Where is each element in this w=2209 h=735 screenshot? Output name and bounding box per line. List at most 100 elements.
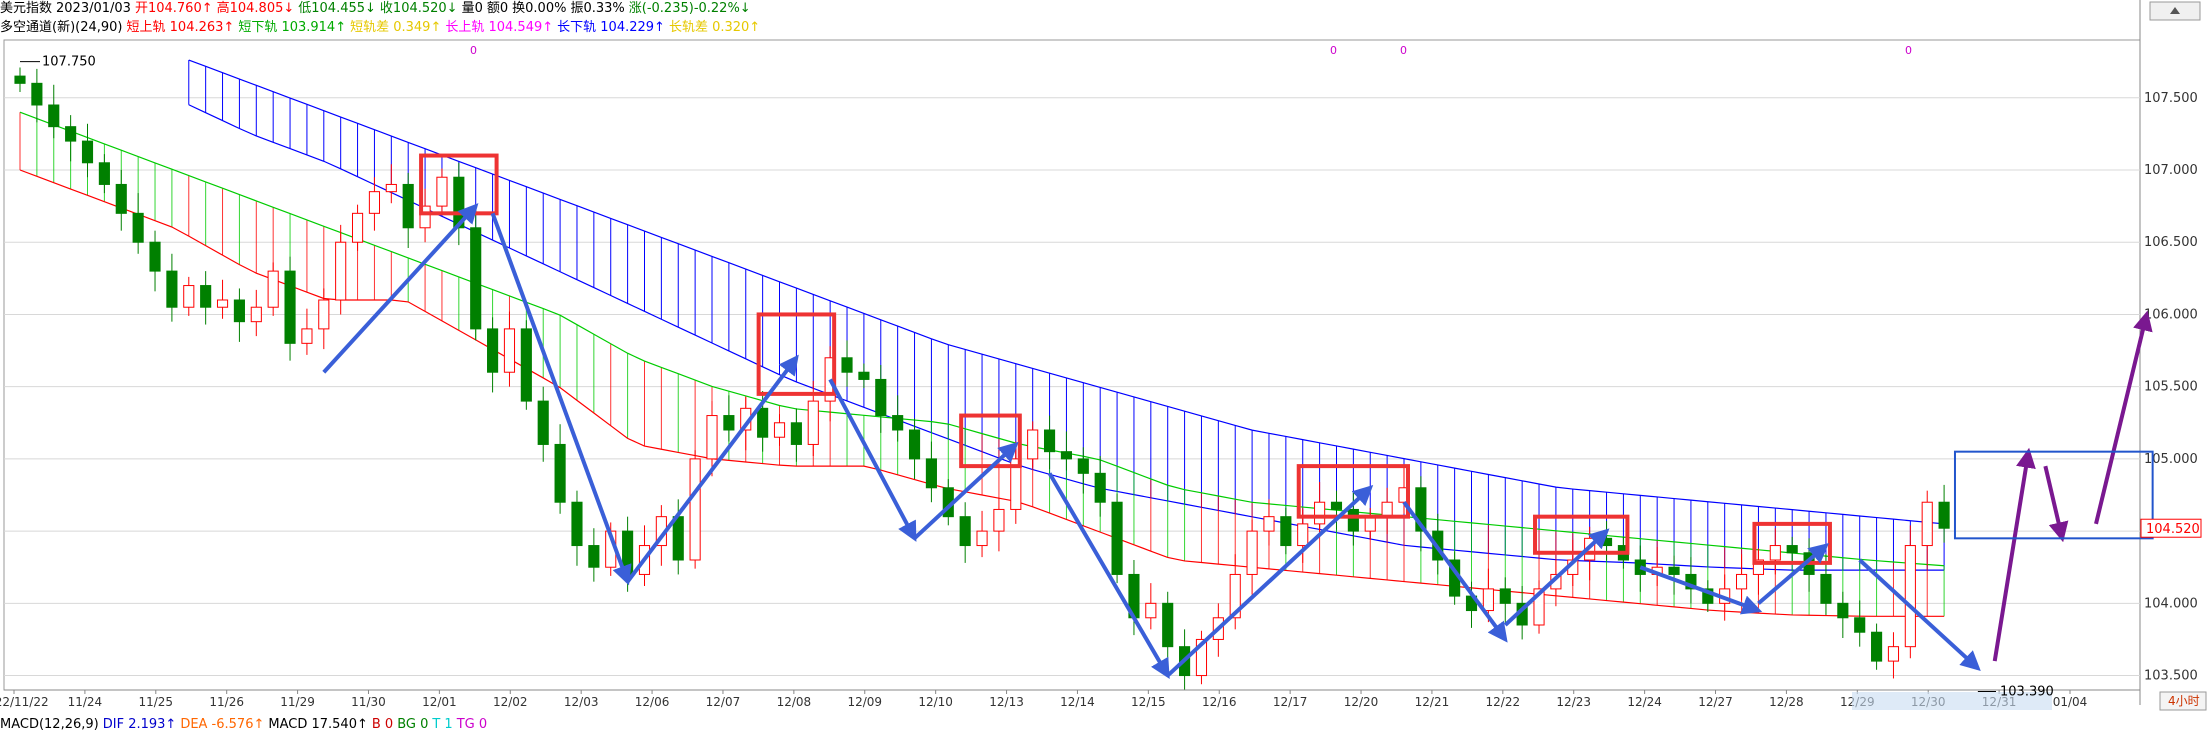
candle-body [1887, 646, 1900, 662]
candle-body [757, 407, 769, 438]
candle-body [1904, 545, 1916, 648]
candle-body [1820, 573, 1832, 604]
candle-body [571, 501, 583, 547]
header-field: MACD(12,26,9) [0, 717, 99, 732]
header-field: TG 0 [456, 717, 488, 732]
candle-body [520, 328, 532, 402]
y-tick-label: 105.500 [2144, 380, 2198, 395]
candle-body [318, 299, 330, 330]
candle-body [166, 270, 178, 308]
x-tick-label: 11/29 [280, 695, 315, 709]
candle-body [81, 140, 94, 164]
candle-body [1060, 451, 1073, 460]
candle-body [1094, 472, 1106, 503]
candle-body [267, 270, 279, 308]
current-price-label: 104.520 [2146, 522, 2200, 537]
candle-body [368, 191, 381, 214]
candle-body [959, 516, 971, 547]
y-tick-label: 107.000 [2144, 163, 2198, 178]
x-tick-label: 12/13 [989, 695, 1024, 709]
candle-body [723, 415, 735, 431]
trend-arrow-purple [1992, 447, 2036, 662]
candle-body [925, 458, 937, 489]
candle-body [908, 429, 921, 460]
y-tick-label: 104.000 [2144, 596, 2198, 611]
candle-body [1854, 617, 1866, 633]
candle-body [65, 126, 77, 142]
min-price-label: 103.390 [2000, 684, 2054, 699]
candle-body [1314, 501, 1326, 525]
candle-body [1162, 602, 1174, 648]
candle-body [1246, 530, 1258, 575]
candle-body [233, 299, 245, 323]
candle-body [790, 422, 802, 445]
trend-arrow-blue [322, 203, 479, 374]
price-chart[interactable]: 103.500104.000104.500105.000105.500106.0… [0, 0, 2209, 735]
candle-body [1027, 429, 1039, 460]
x-tick-label: 12/16 [1202, 695, 1237, 709]
candle-body [436, 176, 448, 207]
candle-body [470, 227, 482, 330]
x-tick-label: 11/25 [138, 695, 173, 709]
plot-frame [3, 39, 2141, 691]
candle-body [1668, 566, 1680, 575]
timeframe-label: 4小时 [2168, 694, 2200, 708]
x-tick-label: 12/28 [1769, 695, 1804, 709]
trend-arrow-blue [1047, 472, 1170, 680]
candle-body [976, 530, 988, 547]
candle-body [554, 443, 566, 503]
candle-body [1921, 501, 1933, 547]
x-tick-label: 12/27 [1698, 695, 1733, 709]
candle-body [993, 508, 1005, 532]
x-tick-label: 11/24 [68, 695, 103, 709]
candle-body [149, 241, 161, 272]
header-field: MACD 17.540↑ [268, 717, 368, 732]
y-tick-label: 106.000 [2144, 307, 2198, 322]
candle-body [301, 328, 313, 344]
x-tick-label: 11/26 [209, 695, 244, 709]
zero-marker: 0 [1905, 44, 1912, 57]
candle-body [892, 415, 904, 431]
zero-marker: 0 [470, 44, 477, 57]
header-field: B 0 [371, 717, 394, 732]
candle-body [1837, 602, 1849, 619]
candle-body [183, 285, 195, 308]
zero-marker: 0 [1400, 44, 1407, 57]
x-tick-label: 2022/11/22 [0, 695, 49, 709]
x-tick-label: 12/09 [847, 695, 882, 709]
x-tick-label: 12/03 [564, 695, 599, 709]
max-price-label: 107.750 [42, 55, 96, 70]
candle-body [1077, 458, 1089, 474]
x-tick-label: 12/08 [777, 695, 812, 709]
candle-body [385, 183, 397, 193]
candle-body [588, 545, 600, 568]
candle-body [1769, 545, 1781, 561]
candle-body [132, 212, 144, 243]
y-tick-label: 107.500 [2144, 91, 2198, 106]
candle-body [503, 328, 516, 373]
trend-arrow-purple [2043, 465, 2069, 543]
header-field: T 1 [432, 717, 453, 732]
candle-body [875, 378, 887, 417]
candle-body [1786, 545, 1798, 554]
x-tick-label: 12/17 [1273, 695, 1308, 709]
candle-body [98, 162, 110, 185]
x-tick-label: 12/14 [1060, 695, 1095, 709]
candle-body [1280, 516, 1292, 547]
x-tick-label: 12/01 [422, 695, 457, 709]
candle-body [216, 299, 229, 308]
candle-body [31, 82, 43, 106]
trend-arrow-purple [2094, 310, 2153, 525]
y-tick-label: 106.500 [2144, 235, 2198, 250]
candle-body [537, 400, 549, 445]
x-tick-label: 12/15 [1131, 695, 1166, 709]
candle-body [1297, 523, 1309, 547]
candle-body [1263, 516, 1275, 532]
x-tick-label: 12/07 [706, 695, 741, 709]
candle-body [284, 270, 296, 344]
x-tick-label: 12/10 [918, 695, 953, 709]
candle-body [48, 104, 60, 128]
candle-body [1347, 508, 1359, 532]
candle-body [858, 371, 870, 380]
x-tick-label: 12/22 [1486, 695, 1521, 709]
